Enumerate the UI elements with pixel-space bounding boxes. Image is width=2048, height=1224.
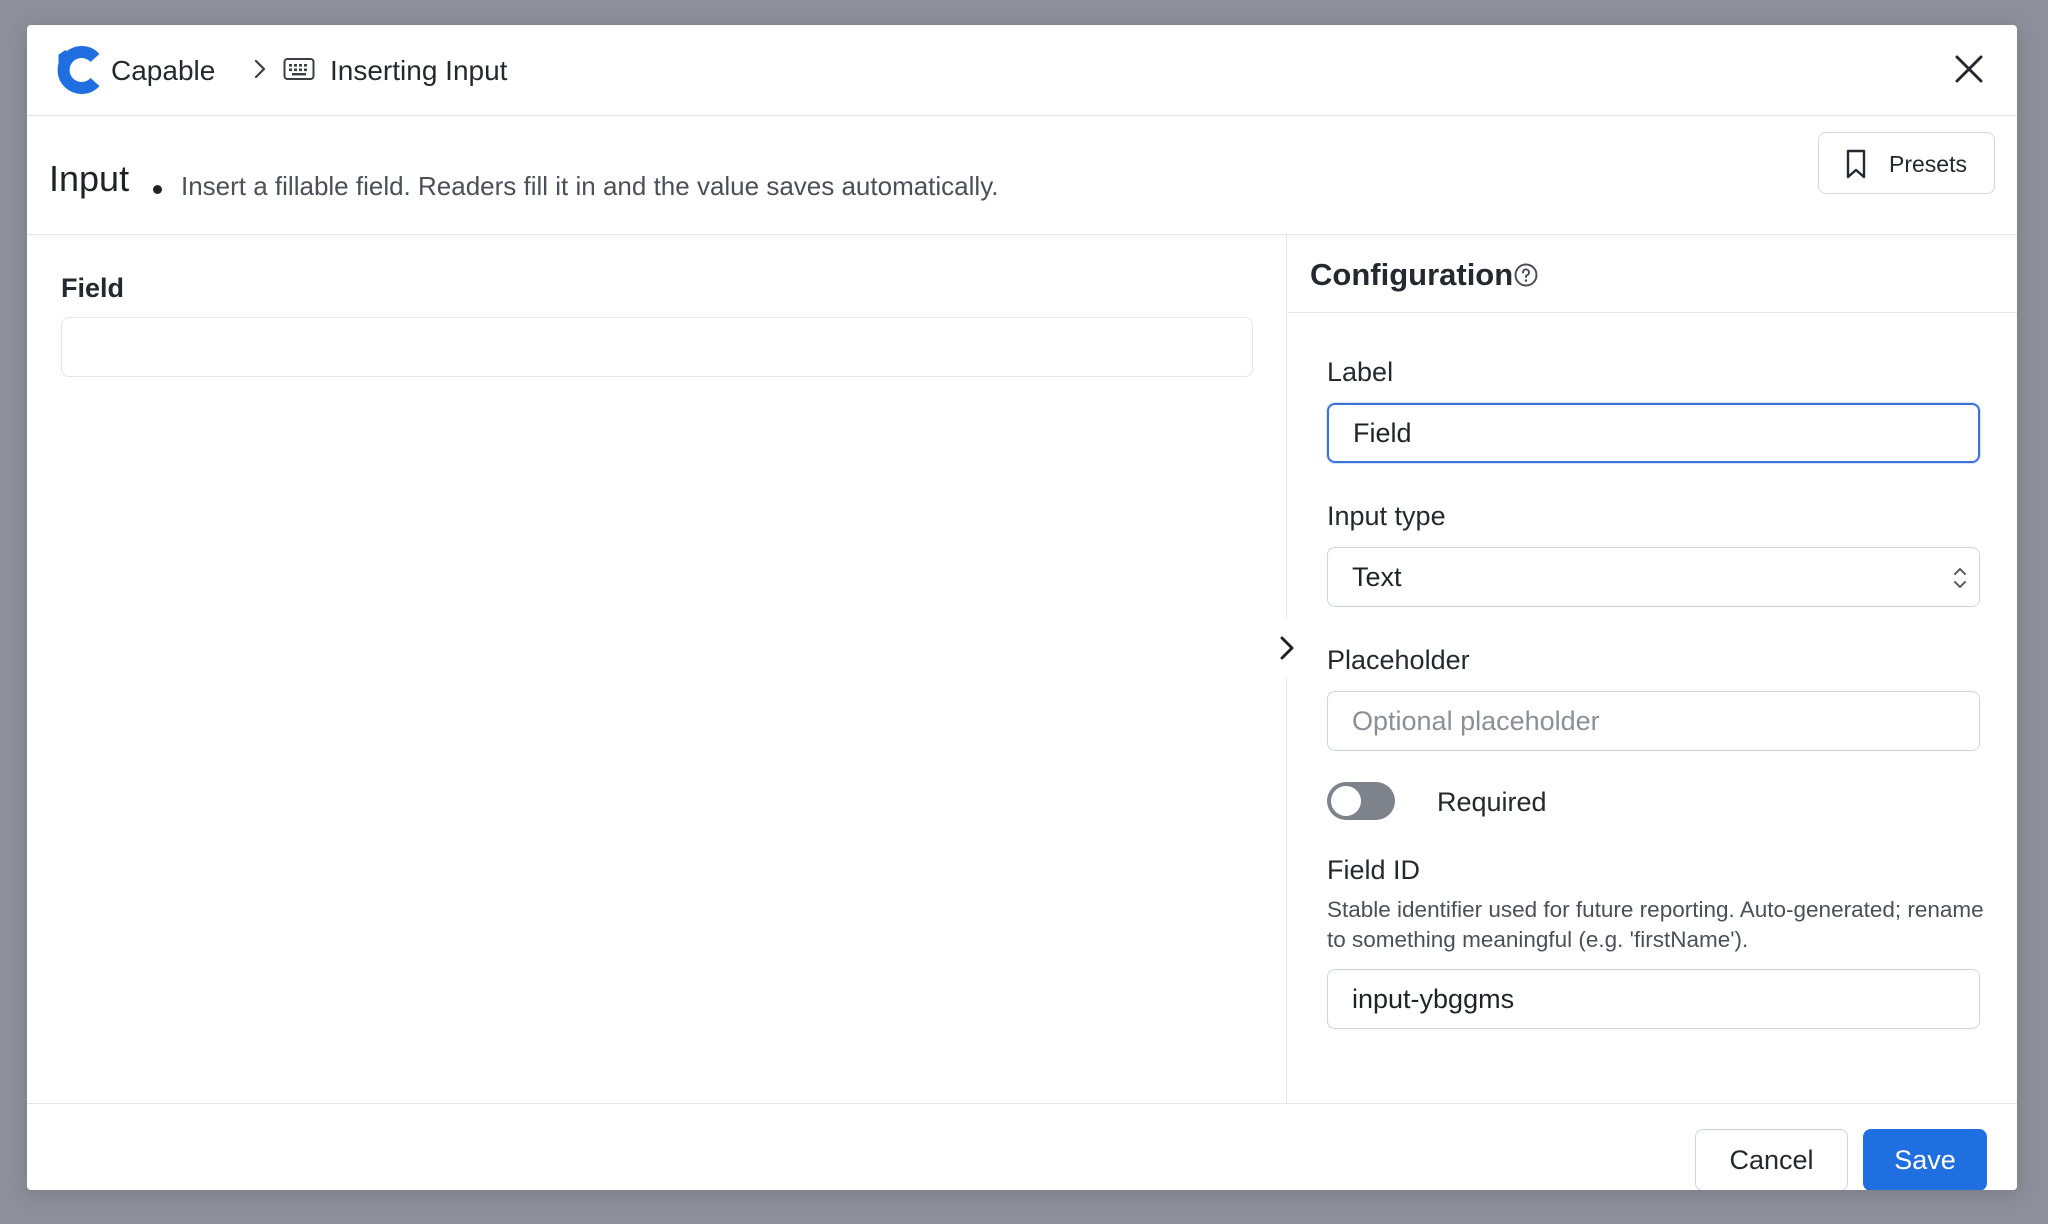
help-circle-icon[interactable] — [1513, 262, 1539, 288]
presets-label: Presets — [1889, 151, 1967, 177]
field-id-input[interactable] — [1327, 969, 1980, 1029]
select-chevrons-icon — [1954, 568, 1966, 588]
chevron-right-icon — [254, 59, 266, 79]
label-input[interactable] — [1327, 403, 1980, 463]
configuration-title: Configuration — [1310, 257, 1514, 292]
required-toggle[interactable] — [1327, 782, 1395, 820]
brand-name[interactable]: Capable — [111, 55, 215, 87]
field-id-help: Stable identifier used for future report… — [1327, 897, 1984, 952]
bookmark-icon — [1846, 149, 1866, 179]
block-header: Input Insert a fillable field. Readers f… — [27, 116, 2017, 235]
configuration-header: Configuration — [1288, 235, 2017, 313]
close-icon[interactable] — [1947, 47, 1991, 91]
cancel-button[interactable]: Cancel — [1695, 1129, 1848, 1190]
keyboard-icon — [283, 58, 315, 80]
insert-input-dialog: Capable Inserting Input Input Insert a f… — [27, 25, 2017, 1190]
toggle-knob — [1331, 786, 1361, 816]
configuration-panel: Configuration Label Input type Text Plac… — [1288, 235, 2017, 1103]
title-bar: Capable Inserting Input — [27, 25, 2017, 116]
field-id-label: Field ID — [1327, 855, 1421, 885]
presets-button[interactable]: Presets — [1818, 132, 1995, 194]
save-button[interactable]: Save — [1863, 1129, 1987, 1190]
separator-dot — [153, 185, 162, 194]
required-label: Required — [1437, 787, 1547, 817]
label-field-label: Label — [1327, 357, 1394, 387]
dialog-footer: Cancel Save — [27, 1103, 2017, 1190]
placeholder-field-label: Placeholder — [1327, 645, 1470, 675]
capable-logo-icon — [57, 46, 100, 94]
input-type-select[interactable]: Text — [1327, 547, 1980, 607]
input-type-label: Input type — [1327, 501, 1446, 531]
placeholder-input[interactable] — [1327, 691, 1980, 751]
preview-field-input[interactable] — [61, 317, 1253, 377]
block-title: Input — [49, 158, 130, 199]
preview-pane: Field — [27, 235, 1287, 1103]
input-type-value: Text — [1352, 562, 1402, 592]
block-description: Insert a fillable field. Readers fill it… — [181, 171, 999, 201]
breadcrumb-current: Inserting Input — [330, 55, 508, 86]
preview-field-label: Field — [61, 273, 125, 303]
